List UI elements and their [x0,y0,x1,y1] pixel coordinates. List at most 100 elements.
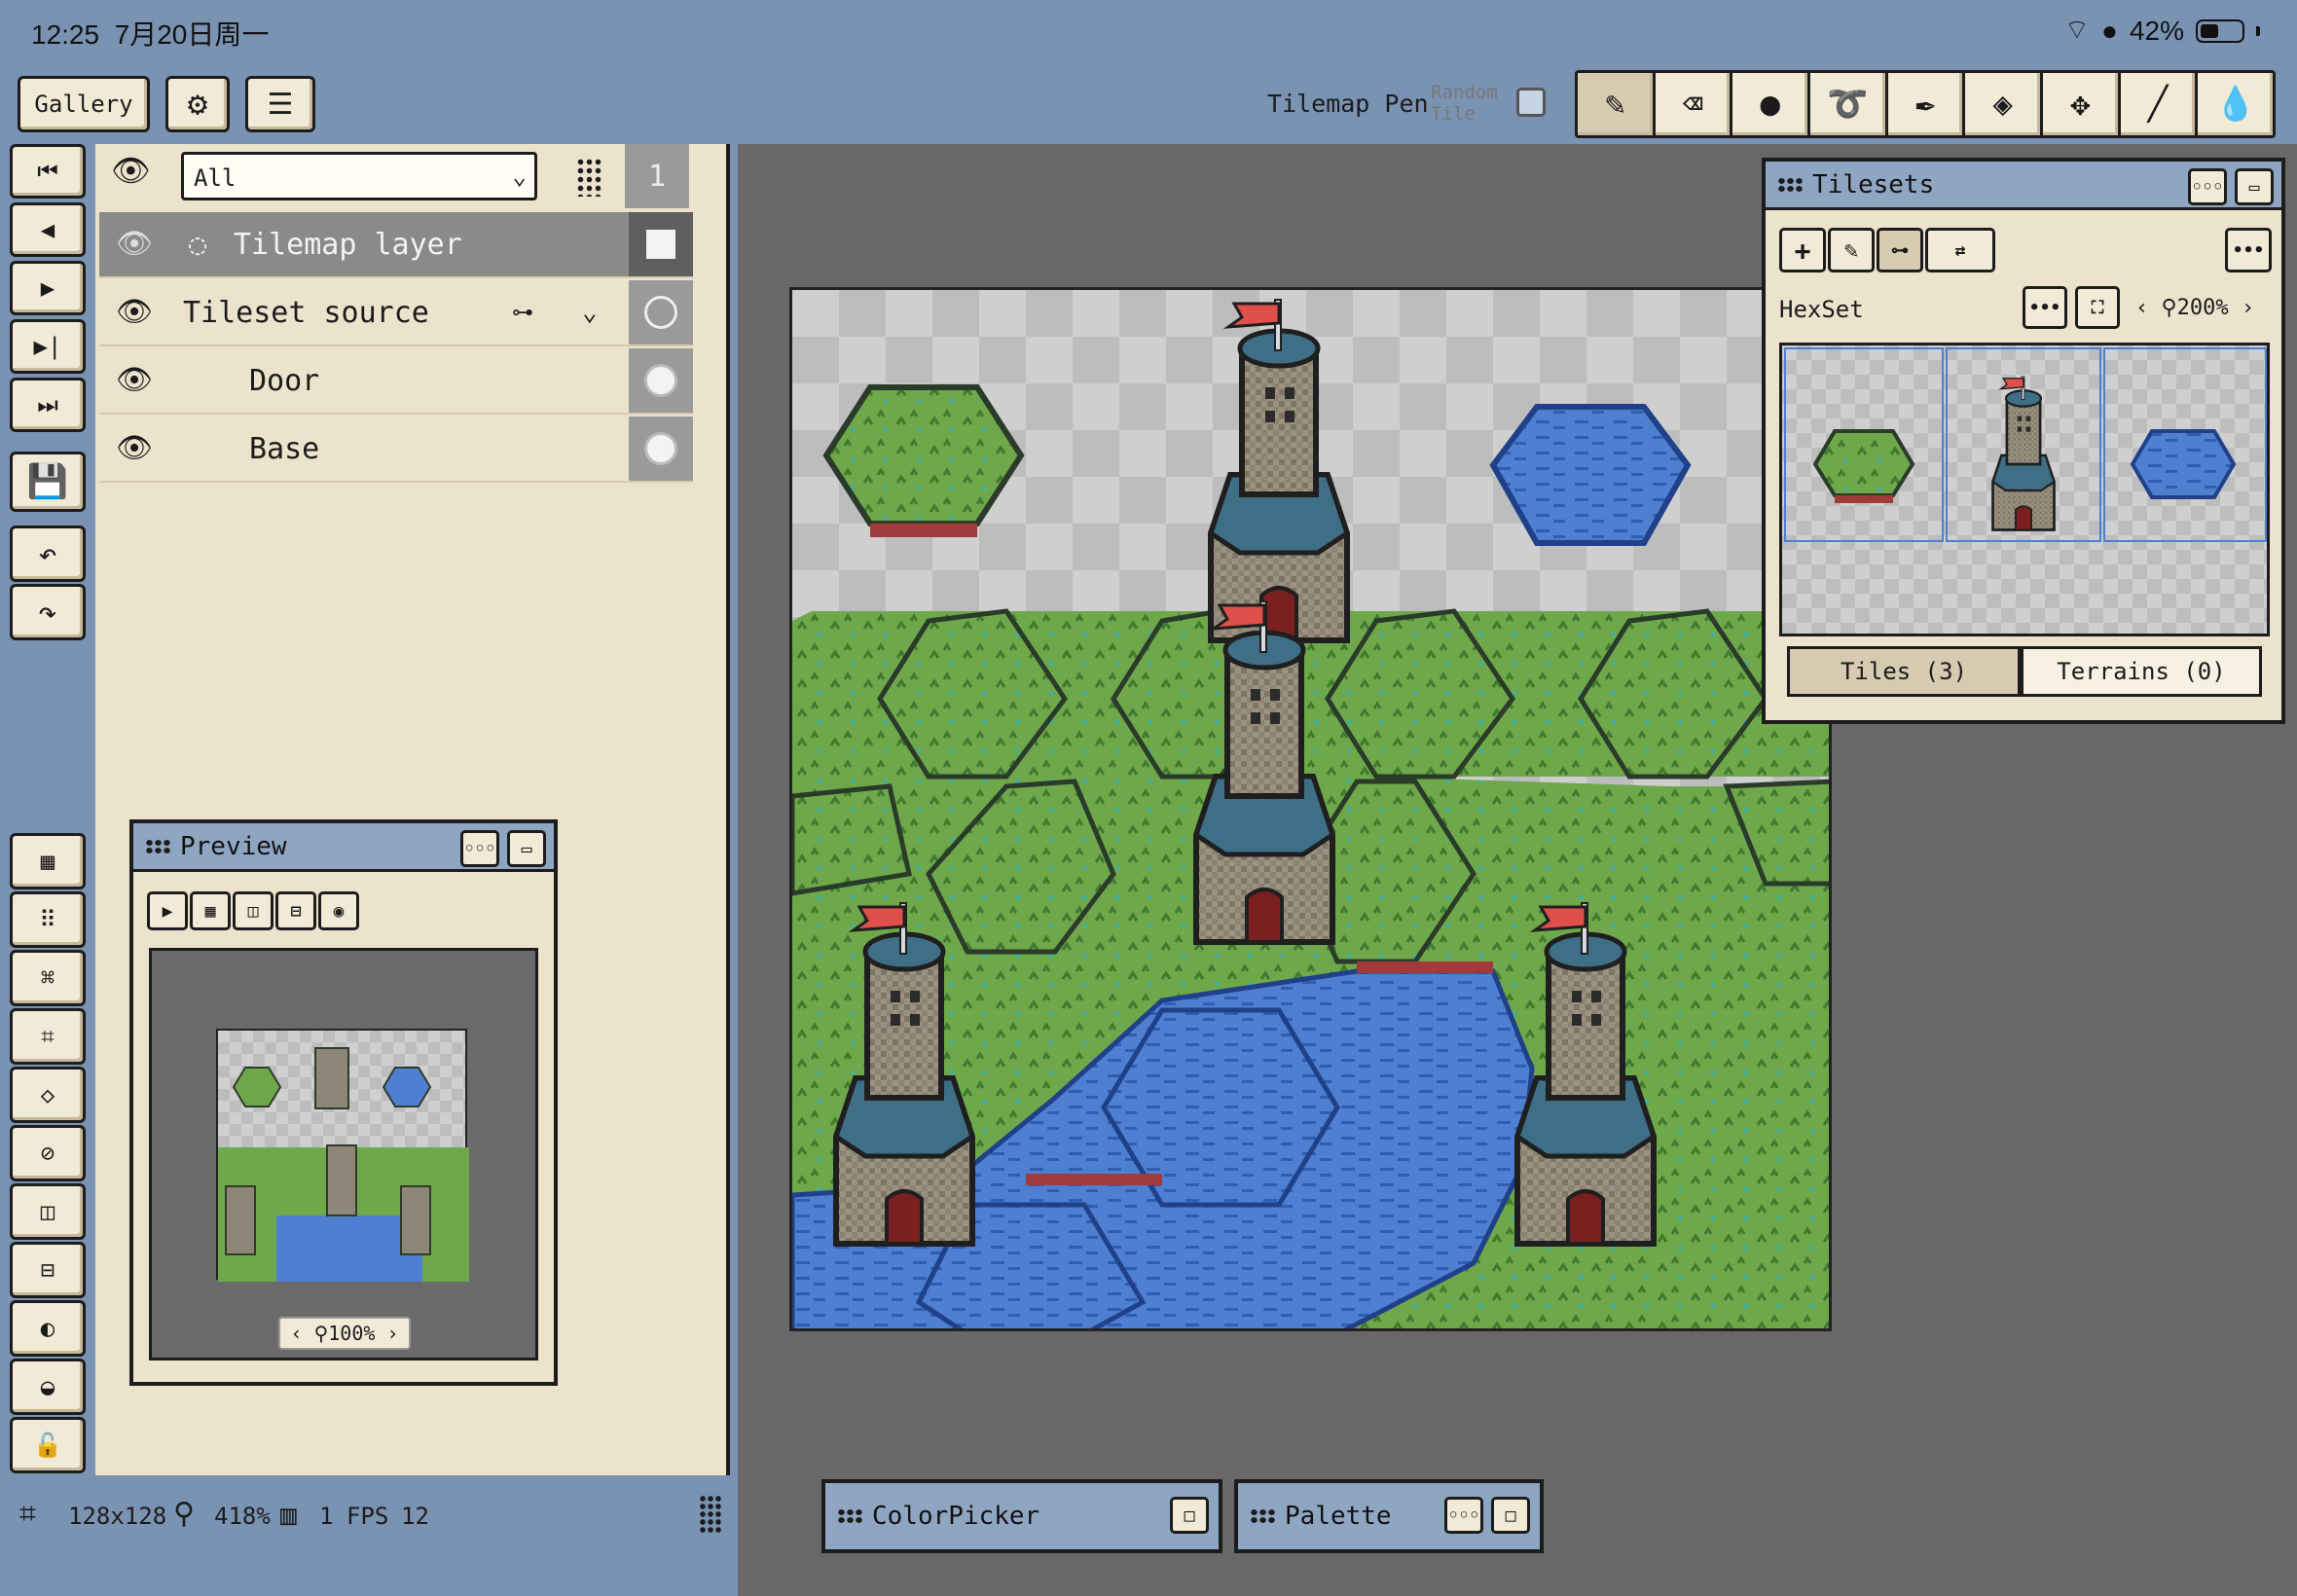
random-tile-checkbox[interactable] [1516,88,1546,117]
lasso-icon[interactable]: ➰ [1810,73,1885,135]
mirror-h-icon[interactable]: ◫ [10,1183,86,1240]
smudge-icon[interactable]: 💧 [2198,73,2274,135]
onion-skin-icon[interactable]: ◐ [10,1300,86,1357]
status-bar: 12:25 7月20日周一 ⌔ ● 42% [0,0,2297,58]
gallery-button[interactable]: Gallery [18,76,150,132]
tileset-name: HexSet [1779,296,1864,323]
diagonal-alt-icon[interactable]: ⊘ [10,1125,86,1181]
edit-icon[interactable]: ✎ [1828,228,1875,272]
visibility-eye-icon[interactable]: 👁 [115,366,154,395]
zoom-level: 418% [214,1503,271,1530]
symmetry-h-icon[interactable]: ⌘ [10,950,86,1006]
move-icon[interactable]: ✥ [2043,73,2118,135]
grid-icon[interactable]: ▦ [190,891,231,930]
fps-label: FPS [346,1503,389,1530]
tile-2[interactable] [2103,347,2267,542]
palette-title-bar[interactable]: Palette ◦◦◦ □ [1238,1483,1540,1549]
last-frame-icon[interactable]: ⏭ [10,378,86,432]
layer-cel[interactable] [629,280,693,345]
grid-icon[interactable]: ▦ [10,833,86,889]
first-frame-icon[interactable]: ⏮ [10,144,86,199]
mirror-v-icon[interactable]: ⊟ [10,1242,86,1298]
layer-cel[interactable] [629,212,693,276]
person-icon: ● [2101,15,2118,46]
mirror-v-icon[interactable]: ⊟ [275,891,316,930]
more-icon[interactable]: ••• [2023,286,2067,329]
drag-handle-icon[interactable] [576,158,603,197]
drag-handle-icon[interactable] [699,1495,722,1534]
more-icon[interactable]: ••• [2225,228,2272,272]
preview-thumbnail [216,1029,469,1282]
tileset-zoom[interactable]: ‹ ⚲200% › [2135,296,2254,320]
eyedropper-icon[interactable]: ✒ [1887,73,1963,135]
preview-zoom[interactable]: ‹ ⚲100% › [278,1317,411,1350]
visibility-eye-icon[interactable]: 👁 [115,434,154,463]
play-icon[interactable]: ▶ [147,891,188,930]
undo-icon[interactable]: ↶ [10,526,86,582]
gear-icon[interactable]: ⚙ [165,76,230,132]
layer-row-tilemap[interactable]: 👁 ◌ Tilemap layer [99,212,693,278]
detach-icon[interactable]: ◦◦◦ [460,830,499,867]
dot-grid-icon[interactable]: ⠿ [10,891,86,948]
layer-row-tileset-source[interactable]: 👁 Tileset source ⊶ ⌄ [99,280,693,346]
detach-icon[interactable]: ◦◦◦ [2188,168,2227,205]
window-icon[interactable]: ▭ [507,830,546,867]
previous-frame-icon[interactable]: ◀ [10,202,86,257]
window-icon[interactable]: □ [1491,1497,1530,1534]
preview-title-bar[interactable]: Preview ◦◦◦ ▭ [133,823,554,872]
footer-bar: ⌗ 128x128 ⚲ 418% ▥ 1 FPS 12 [0,1475,738,1596]
next-frame-icon[interactable]: ▶| [10,319,86,374]
colorpicker-title: ColorPicker [872,1502,1040,1531]
redo-icon[interactable]: ↷ [10,584,86,640]
fill-bucket-icon[interactable]: ◈ [1965,73,2041,135]
tile-grass-art [1812,429,1915,503]
symmetry-v-icon[interactable]: ⌗ [10,1008,86,1065]
swap-icon[interactable]: ⇄ [1925,228,1995,272]
canvas-size-icon: ⌗ [19,1497,36,1531]
mirror-h-icon[interactable]: ◫ [233,891,273,930]
pencil-icon[interactable]: ✎ [1578,73,1653,135]
link-icon[interactable]: ⊶ [512,301,533,325]
tab-terrains[interactable]: Terrains (0) [2021,646,2262,697]
window-icon[interactable]: □ [1170,1497,1209,1534]
blur-icon[interactable]: ● [1732,73,1808,135]
eye-icon[interactable]: 👁 [111,152,151,189]
lock-icon[interactable]: 🔓 [10,1417,86,1473]
tab-tiles[interactable]: Tiles (3) [1787,646,2021,697]
grip-icon[interactable] [1250,1508,1277,1524]
tilemap-canvas[interactable] [789,287,1832,1331]
preview-viewport[interactable]: ‹ ⚲100% › [149,948,538,1360]
link-icon[interactable]: ⊶ [1877,228,1923,272]
layer-cel[interactable] [629,348,693,413]
tilesets-title-bar[interactable]: Tilesets ◦◦◦ ▭ [1766,162,2281,210]
layer-cel[interactable] [629,417,693,481]
play-icon[interactable]: ▶ [10,261,86,315]
tile-grid[interactable] [1779,343,2270,636]
tile-1[interactable] [1946,347,2101,542]
frame-number[interactable]: 1 [625,144,689,208]
detach-icon[interactable]: ◦◦◦ [1444,1497,1483,1534]
visibility-eye-icon[interactable]: 👁 [115,298,154,327]
diagonal-icon[interactable]: ◇ [10,1067,86,1123]
grip-icon[interactable] [1777,176,1805,193]
window-icon[interactable]: ▭ [2235,168,2274,205]
tile-icon[interactable]: ◉ [318,891,359,930]
layer-filter-select[interactable]: All ⌄ [181,152,537,200]
eraser-icon[interactable]: ⌫ [1655,73,1731,135]
line-icon[interactable]: ╱ [2120,73,2196,135]
layer-name: Base [249,431,320,466]
layer-row-door[interactable]: 👁 Door [99,348,693,415]
colorpicker-title-bar[interactable]: ColorPicker □ [825,1483,1219,1549]
layer-row-base[interactable]: 👁 Base [99,417,693,483]
grip-icon[interactable] [837,1508,864,1524]
add-icon[interactable]: + [1779,228,1826,272]
fit-icon[interactable]: ⛶ [2075,286,2120,329]
save-icon[interactable]: 💾 [10,452,86,512]
tile-0-selected[interactable] [1784,347,1944,542]
mask-icon[interactable]: ◒ [10,1359,86,1415]
grip-icon[interactable] [145,838,172,854]
sliders-icon[interactable]: ☰ [245,76,315,132]
visibility-eye-icon[interactable]: 👁 [115,230,154,259]
chevron-down-icon[interactable]: ⌄ [582,298,598,327]
preview-window: Preview ◦◦◦ ▭ ▶ ▦ ◫ ⊟ ◉ ‹ ⚲100% › [129,819,558,1386]
